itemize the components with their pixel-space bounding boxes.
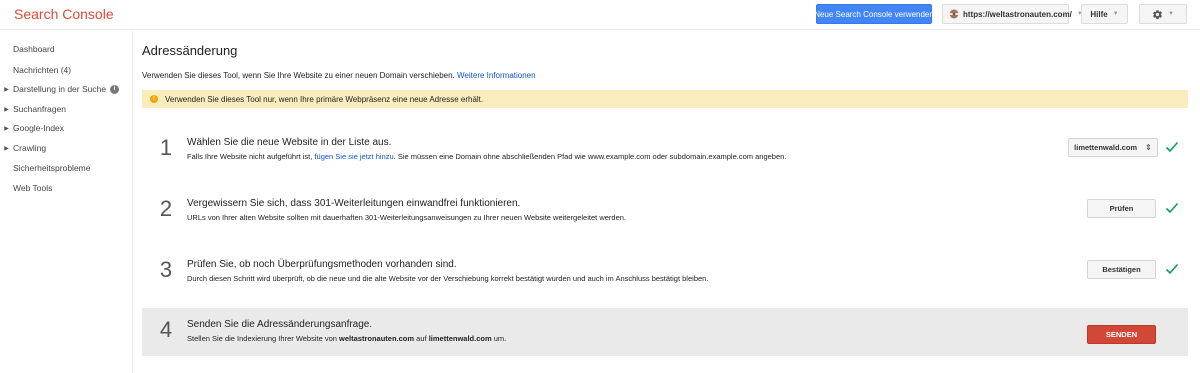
add-site-link[interactable]: fügen Sie sie jetzt hinzu xyxy=(314,152,393,161)
page-title: Adressänderung xyxy=(142,43,238,58)
step-description-text: Falls Ihre Website nicht aufgeführt ist, xyxy=(187,152,313,161)
top-bar: Search Console Neue Search Console verwe… xyxy=(0,0,1200,30)
settings-button[interactable]: ▼ xyxy=(1139,4,1187,24)
sidebar: Dashboard Nachrichten (4) ▶ Darstellung … xyxy=(0,31,133,373)
step-number: 2 xyxy=(159,196,173,221)
check-redirects-button[interactable]: Prüfen xyxy=(1087,199,1156,218)
sidebar-item-label: Web Tools xyxy=(13,183,53,193)
step-title: Wählen Sie die neue Website in der Liste… xyxy=(187,137,392,148)
old-site-name: weltastronauten.com xyxy=(339,334,415,343)
new-site-select[interactable]: limettenwald.com ⇕ xyxy=(1068,138,1158,157)
help-button-label: Hilfe xyxy=(1090,9,1108,19)
step-3: 3 Prüfen Sie, ob noch Überprüfungsmethod… xyxy=(142,248,1188,294)
sidebar-item-dashboard[interactable]: Dashboard xyxy=(0,40,133,58)
step-description-text: . Sie müssen eine Domain ohne abschließe… xyxy=(393,152,787,161)
expand-arrow-icon: ▶ xyxy=(4,125,9,132)
step-description-text: um. xyxy=(493,334,507,343)
select-arrows-icon: ⇕ xyxy=(1145,143,1152,152)
checkmark-icon xyxy=(1165,263,1179,275)
step-number: 3 xyxy=(159,257,173,282)
sidebar-item-label: Suchanfragen xyxy=(13,104,66,114)
step-4: 4 Senden Sie die Adressänderungsanfrage.… xyxy=(142,308,1188,356)
expand-arrow-icon: ▶ xyxy=(4,86,9,93)
step-description-text: Stellen Sie die Indexierung Ihrer Websit… xyxy=(187,334,337,343)
step-1: 1 Wählen Sie die neue Website in der Lis… xyxy=(142,126,1188,172)
site-selector-label: https://weltastronauten.com/ xyxy=(963,9,1072,19)
confirm-verification-button[interactable]: Bestätigen xyxy=(1087,260,1156,279)
step-description: Falls Ihre Website nicht aufgeführt ist,… xyxy=(187,152,786,161)
chevron-down-icon: ▼ xyxy=(1168,11,1174,17)
step-description-text: auf xyxy=(416,334,427,343)
intro-description: Verwenden Sie dieses Tool, wenn Sie Ihre… xyxy=(142,71,455,80)
new-site-select-value: limettenwald.com xyxy=(1074,143,1138,152)
step-number: 1 xyxy=(159,135,173,160)
site-selector[interactable]: https://weltastronauten.com/ ▼ xyxy=(942,4,1083,24)
step-description: URLs von Ihrer alten Website sollten mit… xyxy=(187,213,626,222)
gear-icon xyxy=(1153,9,1162,19)
chevron-down-icon: ▼ xyxy=(1112,11,1119,17)
warning-icon: ! xyxy=(150,95,158,103)
sidebar-item-crawling[interactable]: ▶ Crawling xyxy=(0,139,133,157)
info-icon[interactable]: i xyxy=(110,84,120,94)
sidebar-item-search-queries[interactable]: ▶ Suchanfragen xyxy=(0,100,133,118)
site-favicon-icon xyxy=(949,9,959,19)
sidebar-item-label: Darstellung in der Suche xyxy=(13,84,107,94)
sidebar-item-messages[interactable]: Nachrichten (4) xyxy=(0,61,133,79)
step-description: Durch diesen Schritt wird überprüft, ob … xyxy=(187,274,709,283)
sidebar-item-label: Sicherheitsprobleme xyxy=(13,163,91,173)
new-site-name: limettenwald.com xyxy=(428,334,492,343)
step-description: Stellen Sie die Indexierung Ihrer Websit… xyxy=(187,334,506,343)
step-number: 4 xyxy=(159,317,173,342)
send-button[interactable]: SENDEN xyxy=(1087,325,1156,344)
expand-arrow-icon: ▶ xyxy=(4,106,9,113)
step-2: 2 Vergewissern Sie sich, dass 301-Weiter… xyxy=(142,187,1188,233)
step-title: Senden Sie die Adressänderungsanfrage. xyxy=(187,319,373,330)
more-info-link[interactable]: Weitere Informationen xyxy=(457,71,536,80)
new-search-console-button[interactable]: Neue Search Console verwenden xyxy=(814,4,934,24)
step-title: Prüfen Sie, ob noch Überprüfungsmethoden… xyxy=(187,259,457,270)
app-logo[interactable]: Search Console xyxy=(14,6,114,22)
sidebar-item-web-tools[interactable]: Web Tools xyxy=(0,179,133,197)
warning-text: Verwenden Sie dieses Tool nur, wenn Ihre… xyxy=(165,94,484,104)
checkmark-icon xyxy=(1165,202,1179,214)
sidebar-item-label: Nachrichten (4) xyxy=(13,65,72,75)
sidebar-item-google-index[interactable]: ▶ Google-Index xyxy=(0,119,133,137)
sidebar-item-label: Google-Index xyxy=(13,123,65,133)
step-title: Vergewissern Sie sich, dass 301-Weiterle… xyxy=(187,198,521,209)
help-button[interactable]: Hilfe ▼ xyxy=(1081,4,1128,24)
sidebar-item-search-appearance[interactable]: ▶ Darstellung in der Suche i xyxy=(0,80,133,98)
sidebar-item-label: Crawling xyxy=(13,143,47,153)
sidebar-item-label: Dashboard xyxy=(13,44,55,54)
sidebar-item-security-issues[interactable]: Sicherheitsprobleme xyxy=(0,159,133,177)
intro-text: Verwenden Sie dieses Tool, wenn Sie Ihre… xyxy=(142,71,536,80)
expand-arrow-icon: ▶ xyxy=(4,145,9,152)
checkmark-icon xyxy=(1165,141,1179,153)
warning-banner: ! Verwenden Sie dieses Tool nur, wenn Ih… xyxy=(142,90,1188,108)
